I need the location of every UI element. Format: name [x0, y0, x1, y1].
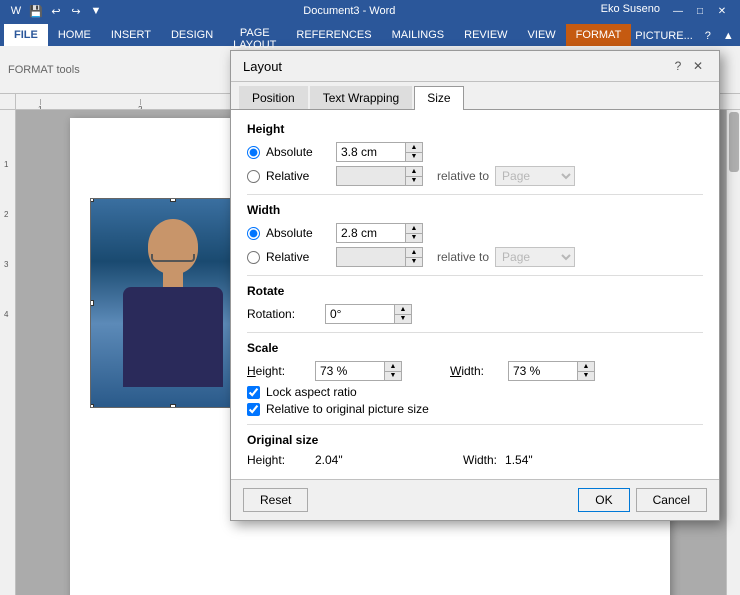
width-relative-row: Relative ▲ ▼ relative to Page	[247, 247, 703, 267]
height-absolute-input[interactable]	[336, 142, 406, 162]
rotation-spinner: ▲ ▼	[325, 304, 412, 324]
rotate-section-label: Rotate	[247, 284, 703, 298]
scale-width-down[interactable]: ▼	[578, 371, 594, 380]
rotation-spinner-btns: ▲ ▼	[395, 304, 412, 324]
rotation-down[interactable]: ▼	[395, 314, 411, 323]
reset-button[interactable]: Reset	[243, 488, 308, 512]
width-relative-label: Relative	[266, 250, 330, 264]
height-relative-down[interactable]: ▼	[406, 176, 422, 185]
height-absolute-label: Absolute	[266, 145, 330, 159]
scale-divider	[247, 424, 703, 425]
dialog-close-button[interactable]: ✕	[689, 57, 707, 75]
width-absolute-label: Absolute	[266, 226, 330, 240]
relative-original-row: Relative to original picture size	[247, 402, 703, 416]
scale-height-spinner-btns: ▲ ▼	[385, 361, 402, 381]
dialog-title-bar: Layout ? ✕	[231, 51, 719, 82]
width-absolute-spinner-btns: ▲ ▼	[406, 223, 423, 243]
width-divider	[247, 275, 703, 276]
height-absolute-spinner: ▲ ▼	[336, 142, 423, 162]
height-divider	[247, 194, 703, 195]
orig-width-value: 1.54"	[505, 453, 585, 467]
relative-original-label: Relative to original picture size	[266, 402, 429, 416]
width-relative-spinner: ▲ ▼	[336, 247, 423, 267]
original-size-label: Original size	[247, 433, 703, 447]
scale-width-label: Width:	[450, 364, 500, 378]
scale-width-spinner-btns: ▲ ▼	[578, 361, 595, 381]
dialog-body: Height Absolute ▲ ▼ Relative	[231, 110, 719, 479]
lock-aspect-label: Lock aspect ratio	[266, 385, 357, 399]
relative-original-checkbox[interactable]	[247, 403, 260, 416]
width-absolute-down[interactable]: ▼	[406, 233, 422, 242]
height-absolute-down[interactable]: ▼	[406, 152, 422, 161]
width-relative-input[interactable]	[336, 247, 406, 267]
height-relative-radio[interactable]	[247, 170, 260, 183]
orig-width-label: Width:	[463, 453, 497, 467]
orig-height-value: 2.04"	[315, 453, 395, 467]
layout-dialog: Layout ? ✕ Position Text Wrapping Size H…	[230, 50, 720, 521]
footer-right-buttons: OK Cancel	[578, 488, 707, 512]
width-relative-to-dropdown[interactable]: Page	[495, 247, 575, 267]
original-size-row: Height: 2.04" Width: 1.54"	[247, 453, 703, 467]
height-relative-to-label: relative to	[437, 169, 489, 183]
dialog-title-buttons: ? ✕	[669, 57, 707, 75]
width-absolute-row: Absolute ▲ ▼	[247, 223, 703, 243]
scale-width-spinner: ▲ ▼	[508, 361, 595, 381]
scale-height-up[interactable]: ▲	[385, 362, 401, 371]
height-section-label: Height	[247, 122, 703, 136]
scale-width-input[interactable]	[508, 361, 578, 381]
dialog-title-text: Layout	[243, 59, 282, 74]
width-relative-down[interactable]: ▼	[406, 257, 422, 266]
rotation-row: Rotation: ▲ ▼	[247, 304, 703, 324]
dialog-footer: Reset OK Cancel	[231, 479, 719, 520]
height-relative-up[interactable]: ▲	[406, 167, 422, 176]
tab-size[interactable]: Size	[414, 86, 463, 110]
width-relative-radio[interactable]	[247, 251, 260, 264]
rotation-up[interactable]: ▲	[395, 305, 411, 314]
height-relative-input[interactable]	[336, 166, 406, 186]
rotation-label: Rotation:	[247, 307, 317, 321]
width-absolute-up[interactable]: ▲	[406, 224, 422, 233]
height-absolute-up[interactable]: ▲	[406, 143, 422, 152]
height-absolute-row: Absolute ▲ ▼	[247, 142, 703, 162]
dialog-overlay: Layout ? ✕ Position Text Wrapping Size H…	[0, 0, 740, 595]
ok-button[interactable]: OK	[578, 488, 629, 512]
height-relative-spinner-btns: ▲ ▼	[406, 166, 423, 186]
cancel-button[interactable]: Cancel	[636, 488, 707, 512]
height-relative-spinner: ▲ ▼	[336, 166, 423, 186]
height-relative-label: Relative	[266, 169, 330, 183]
scale-section-label: Scale	[247, 341, 703, 355]
tab-position[interactable]: Position	[239, 86, 308, 109]
scale-width-up[interactable]: ▲	[578, 362, 594, 371]
height-relative-to-dropdown[interactable]: Page	[495, 166, 575, 186]
height-absolute-radio[interactable]	[247, 146, 260, 159]
height-relative-row: Relative ▲ ▼ relative to Page	[247, 166, 703, 186]
width-relative-spinner-btns: ▲ ▼	[406, 247, 423, 267]
rotation-input[interactable]	[325, 304, 395, 324]
lock-aspect-row: Lock aspect ratio	[247, 385, 703, 399]
tab-text-wrapping[interactable]: Text Wrapping	[310, 86, 412, 109]
dialog-tabs: Position Text Wrapping Size	[231, 82, 719, 110]
width-section-label: Width	[247, 203, 703, 217]
height-absolute-spinner-btns: ▲ ▼	[406, 142, 423, 162]
orig-height-label: Height:	[247, 453, 307, 467]
width-absolute-input[interactable]	[336, 223, 406, 243]
scale-height-input[interactable]	[315, 361, 385, 381]
scale-height-spinner: ▲ ▼	[315, 361, 402, 381]
scale-height-label: Height:	[247, 364, 307, 378]
width-relative-to-label: relative to	[437, 250, 489, 264]
scale-height-down[interactable]: ▼	[385, 371, 401, 380]
width-absolute-spinner: ▲ ▼	[336, 223, 423, 243]
rotate-divider	[247, 332, 703, 333]
scale-row: Height: ▲ ▼ Width: ▲ ▼	[247, 361, 703, 381]
width-absolute-radio[interactable]	[247, 227, 260, 240]
width-relative-up[interactable]: ▲	[406, 248, 422, 257]
dialog-help-button[interactable]: ?	[669, 57, 687, 75]
lock-aspect-checkbox[interactable]	[247, 386, 260, 399]
